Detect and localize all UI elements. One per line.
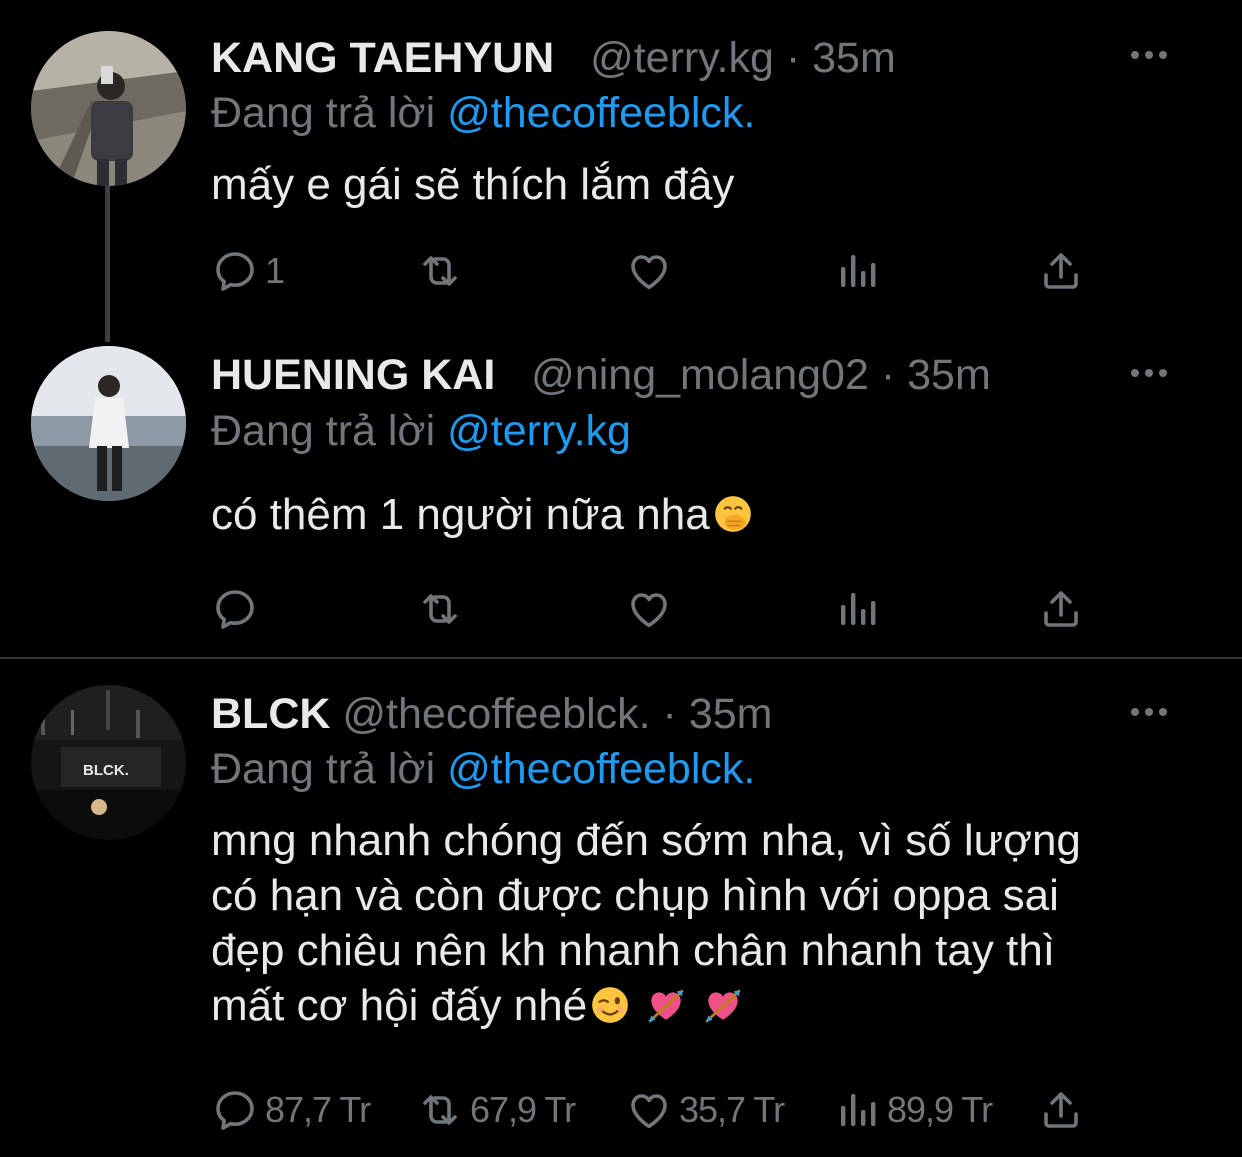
replying-to-line: Đang trả lời @terry.kg xyxy=(211,406,631,456)
reply-button[interactable]: 1 xyxy=(211,245,285,297)
avatar-huening-kai[interactable] xyxy=(31,346,186,501)
tweet-header: HUENING KAI @ning_molang02 · 35m xyxy=(211,350,991,400)
heart-with-arrow-emoji-icon xyxy=(645,984,687,1026)
like-button[interactable] xyxy=(625,583,679,635)
more-options-icon[interactable] xyxy=(1129,706,1169,718)
separator-dot: · xyxy=(880,351,896,399)
retweet-button[interactable]: 67,9 Tr xyxy=(416,1084,576,1136)
more-options-icon[interactable] xyxy=(1129,367,1169,379)
replying-to-line: Đang trả lời @thecoffeeblck. xyxy=(211,744,755,794)
views-icon xyxy=(833,585,881,633)
like-button[interactable]: 35,7 Tr xyxy=(625,1084,785,1136)
heart-with-arrow-emoji-icon xyxy=(702,984,744,1026)
replying-to-line: Đang trả lời @thecoffeeblck. xyxy=(211,88,755,138)
like-icon xyxy=(625,247,673,295)
replying-to-label: Đang trả lời xyxy=(211,745,436,793)
views-button[interactable]: 89,9 Tr xyxy=(833,1084,993,1136)
timestamp[interactable]: 35m xyxy=(812,34,896,82)
tweet-header: KANG TAEHYUN @terry.kg · 35m xyxy=(211,33,896,83)
avatar-blck[interactable]: BLCK. xyxy=(31,685,186,840)
retweet-button[interactable] xyxy=(416,583,470,635)
reply-count: 1 xyxy=(265,250,285,291)
tweet-text-content: mấy e gái sẽ thích lắm đây xyxy=(211,160,735,209)
tweet-text-line: mng nhanh chóng đến sớm nha, vì số lượng xyxy=(211,816,1081,865)
timestamp[interactable]: 35m xyxy=(907,351,991,399)
user-handle[interactable]: @thecoffeeblck. xyxy=(342,690,650,738)
retweet-button[interactable] xyxy=(416,245,470,297)
tweet-text-line: đẹp chiêu nên kh nhanh chân nhanh tay th… xyxy=(211,926,1056,975)
tweet-text-content: có thêm 1 người nữa nha xyxy=(211,490,710,539)
retweet-icon xyxy=(416,585,464,633)
separator-dot: · xyxy=(785,34,801,82)
replying-to-mention[interactable]: @terry.kg xyxy=(447,407,631,455)
reply-icon xyxy=(211,1086,259,1134)
winking-face-emoji-icon xyxy=(589,984,631,1026)
like-count: 35,7 Tr xyxy=(679,1089,785,1130)
replying-to-label: Đang trả lời xyxy=(211,89,436,137)
retweet-icon xyxy=(416,247,464,295)
tweet-divider xyxy=(0,657,1242,659)
tweet-text-line-last: mất cơ hội đấy nhé xyxy=(211,978,1191,1033)
share-button[interactable] xyxy=(1037,245,1085,297)
like-icon xyxy=(625,1086,673,1134)
tweet-text-line: có hạn và còn được chụp hình với oppa sa… xyxy=(211,871,1059,920)
avatar-sign-text: BLCK. xyxy=(83,762,129,779)
share-icon xyxy=(1037,247,1085,295)
replying-to-mention[interactable]: @thecoffeeblck. xyxy=(447,745,755,793)
views-button[interactable] xyxy=(833,583,887,635)
replying-to-label: Đang trả lời xyxy=(211,407,436,455)
display-name[interactable]: BLCK xyxy=(211,690,330,738)
avatar-photo: BLCK. xyxy=(31,685,186,840)
tweet-actions: 1 xyxy=(211,245,1111,297)
share-icon xyxy=(1037,585,1085,633)
reply-icon xyxy=(211,585,259,633)
face-with-hand-over-mouth-emoji-icon xyxy=(712,493,754,535)
tweet-text: mng nhanh chóng đến sớm nha, vì số lượng… xyxy=(211,813,1191,1033)
reply-button[interactable] xyxy=(211,583,265,635)
views-count: 89,9 Tr xyxy=(887,1089,993,1130)
user-handle[interactable]: @terry.kg xyxy=(590,34,774,82)
views-button[interactable] xyxy=(833,245,887,297)
tweet-text-line: mất cơ hội đấy nhé xyxy=(211,981,588,1030)
reply-icon xyxy=(211,247,259,295)
views-icon xyxy=(833,1086,881,1134)
user-handle[interactable]: @ning_molang02 xyxy=(531,351,869,399)
more-options-icon[interactable] xyxy=(1129,49,1169,61)
reply-button[interactable]: 87,7 Tr xyxy=(211,1084,371,1136)
display-name[interactable]: HUENING KAI xyxy=(211,351,495,399)
tweet-text: mấy e gái sẽ thích lắm đây xyxy=(211,157,1191,212)
like-icon xyxy=(625,585,673,633)
thread-connector-line xyxy=(105,186,110,342)
avatar-kang-taehyun[interactable] xyxy=(31,31,186,186)
share-button[interactable] xyxy=(1037,583,1085,635)
separator-dot: · xyxy=(662,690,677,738)
retweet-count: 67,9 Tr xyxy=(470,1089,576,1130)
tweet-actions: 87,7 Tr 67,9 Tr 35,7 Tr 89,9 Tr xyxy=(211,1084,1111,1136)
tweet-header: BLCK @thecoffeeblck. · 35m xyxy=(211,689,772,739)
share-button[interactable] xyxy=(1037,1084,1085,1136)
tweet-text: có thêm 1 người nữa nha xyxy=(211,487,1191,542)
retweet-icon xyxy=(416,1086,464,1134)
like-button[interactable] xyxy=(625,245,679,297)
timestamp[interactable]: 35m xyxy=(689,690,773,738)
share-icon xyxy=(1037,1086,1085,1134)
display-name[interactable]: KANG TAEHYUN xyxy=(211,34,554,82)
avatar-photo xyxy=(31,346,186,501)
avatar-photo xyxy=(31,31,186,186)
tweet-actions xyxy=(211,583,1111,635)
replying-to-mention[interactable]: @thecoffeeblck. xyxy=(447,89,755,137)
reply-count: 87,7 Tr xyxy=(265,1089,371,1130)
views-icon xyxy=(833,247,881,295)
